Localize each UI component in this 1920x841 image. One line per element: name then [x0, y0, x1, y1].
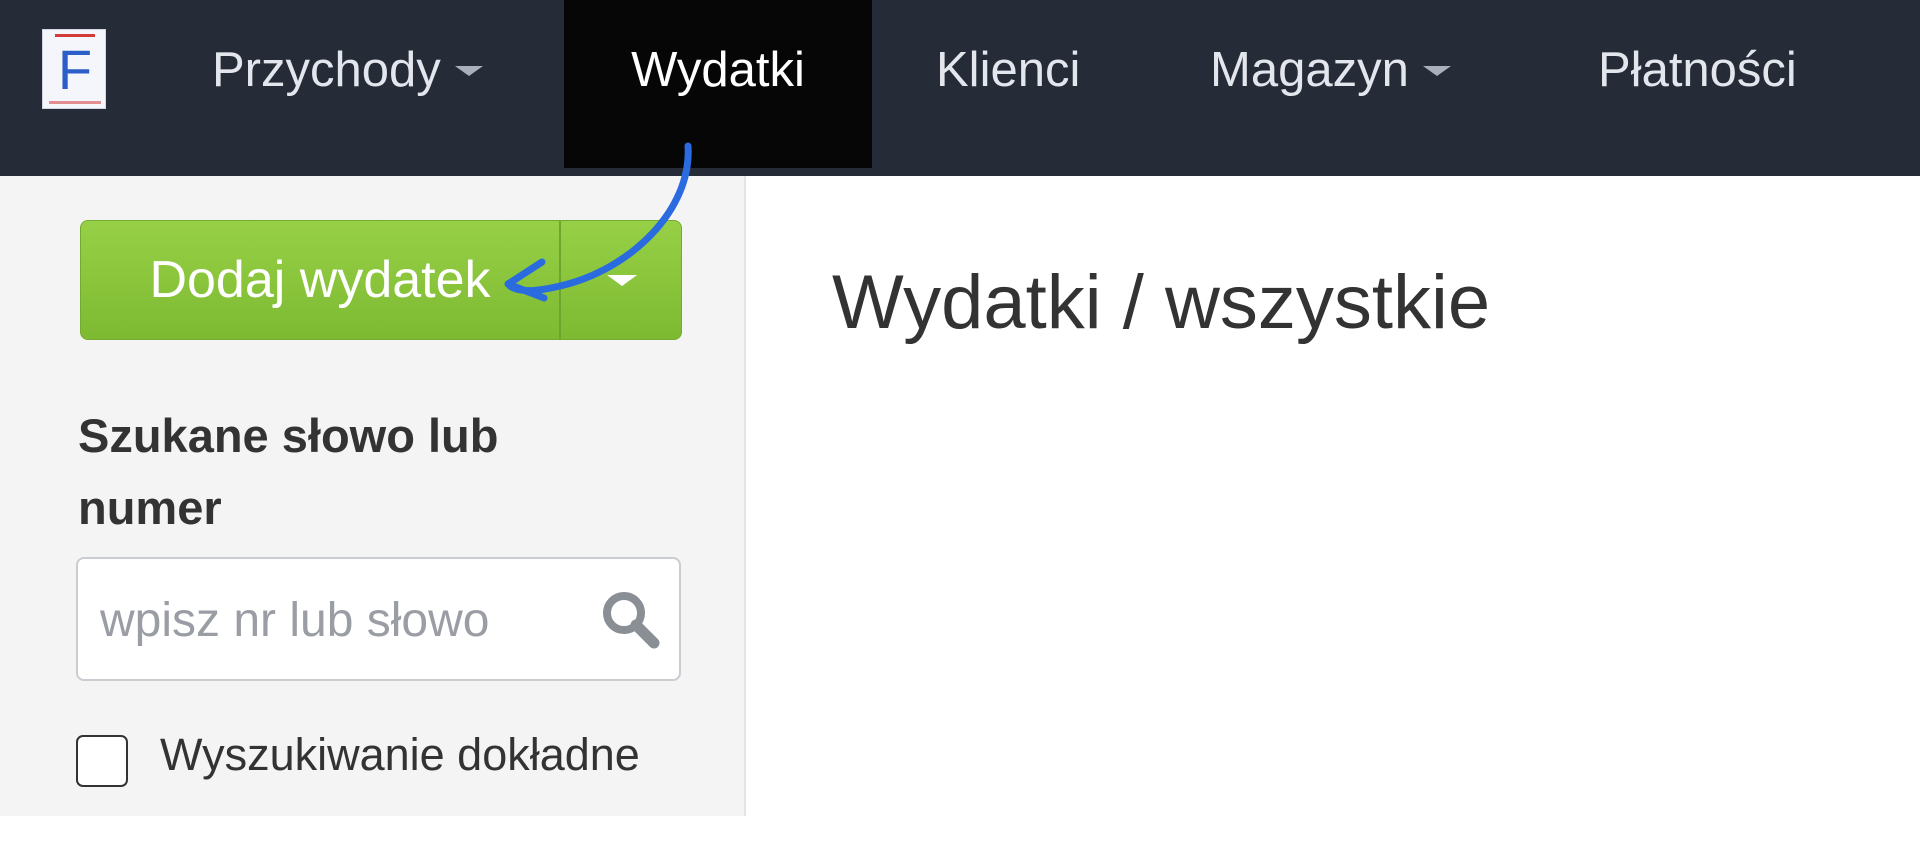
- add-expense-dropdown-toggle[interactable]: [559, 221, 681, 339]
- top-navbar: F Przychody Wydatki Klienci Magazyn Płat…: [0, 0, 1920, 176]
- add-expense-button-group: Dodaj wydatek: [80, 220, 682, 340]
- nav-item-magazyn[interactable]: Magazyn: [1210, 0, 1451, 168]
- chevron-down-icon: [607, 275, 637, 286]
- add-expense-button[interactable]: Dodaj wydatek: [81, 221, 559, 339]
- nav-item-label: Wydatki: [631, 43, 805, 97]
- search-label: Szukane słowo lub numer: [78, 409, 499, 534]
- logo-letter: F: [57, 38, 93, 101]
- nav-item-wydatki[interactable]: Wydatki: [564, 0, 872, 168]
- search-input[interactable]: [98, 579, 562, 661]
- chevron-down-icon: [454, 66, 483, 77]
- nav-item-label: Przychody: [212, 43, 441, 97]
- nav-item-label: Magazyn: [1210, 43, 1409, 97]
- search-icon[interactable]: [598, 587, 662, 651]
- exact-search-checkbox[interactable]: [76, 735, 128, 787]
- page-title: Wydatki / wszystkie: [832, 260, 1491, 345]
- nav-item-klienci[interactable]: Klienci: [936, 0, 1080, 168]
- exact-search-label: Wyszukiwanie dokładne: [160, 729, 640, 780]
- search-box: [76, 557, 681, 681]
- logo-stripe-bottom: [49, 101, 101, 104]
- nav-item-label: Klienci: [936, 43, 1081, 97]
- app-logo[interactable]: F: [42, 29, 106, 109]
- nav-item-przychody[interactable]: Przychody: [212, 0, 483, 168]
- nav-item-label: Płatności: [1598, 43, 1797, 97]
- nav-item-platnosci[interactable]: Płatności: [1598, 0, 1797, 168]
- logo-stripe-top: [55, 34, 95, 37]
- chevron-down-icon: [1422, 66, 1451, 77]
